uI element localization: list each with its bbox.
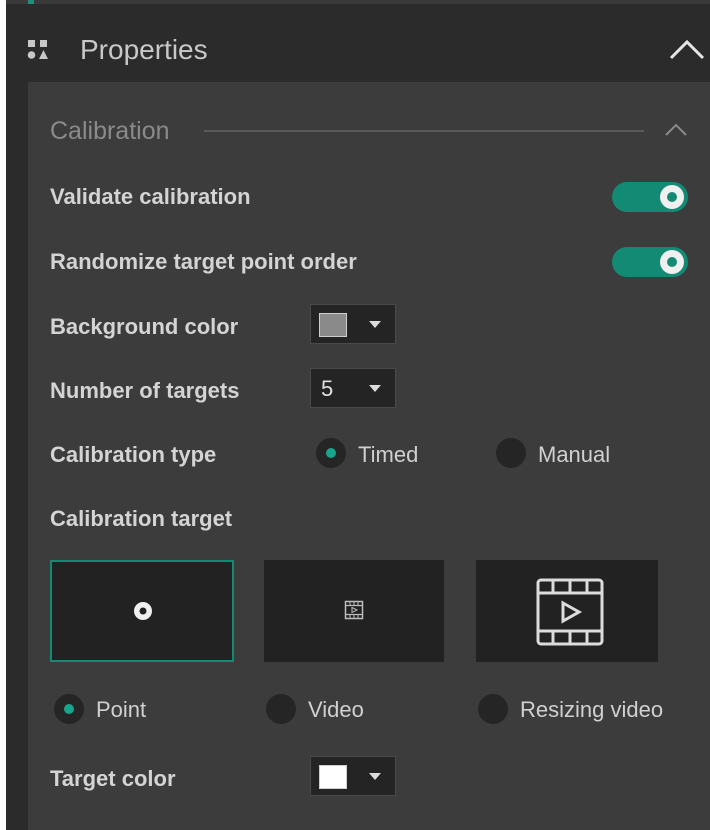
properties-panel: Properties Calibration Validate calibrat… <box>6 0 710 830</box>
radio-timed-label: Timed <box>358 442 419 467</box>
properties-icon <box>27 40 48 59</box>
accent-mark <box>28 0 34 4</box>
panel-title: Properties <box>80 34 208 65</box>
toggle-knob <box>660 250 684 274</box>
background-color-label: Background color <box>50 314 239 339</box>
calibration-section: Calibration Validate calibration Randomi… <box>28 82 710 830</box>
background-color-dropdown[interactable] <box>310 304 396 344</box>
radio-timed[interactable] <box>316 438 346 468</box>
video-icon <box>344 600 364 620</box>
target-color-dropdown[interactable] <box>310 756 396 796</box>
top-border <box>6 0 710 4</box>
target-color-label: Target color <box>50 766 176 791</box>
panel-header[interactable]: Properties <box>6 20 710 80</box>
section-title: Calibration <box>50 117 170 145</box>
calibration-target-label: Calibration target <box>50 506 233 531</box>
target-tile-point[interactable] <box>50 560 234 662</box>
radio-point-label: Point <box>96 697 147 722</box>
randomize-order-label: Randomize target point order <box>50 249 357 274</box>
target-tile-resizing-video[interactable] <box>476 560 658 662</box>
chevron-down-icon <box>369 385 381 392</box>
toggle-knob <box>660 185 684 209</box>
radio-resizing-video[interactable] <box>478 694 508 724</box>
validate-calibration-toggle[interactable] <box>612 182 688 212</box>
validate-calibration-label: Validate calibration <box>50 184 251 209</box>
number-of-targets-dropdown[interactable]: 5 <box>310 368 396 408</box>
target-tile-video[interactable] <box>264 560 444 662</box>
target-color-swatch <box>319 765 347 789</box>
chevron-down-icon <box>369 773 381 780</box>
radio-video-label: Video <box>308 697 364 722</box>
chevron-up-icon[interactable] <box>664 122 688 138</box>
randomize-order-toggle[interactable] <box>612 247 688 277</box>
chevron-down-icon <box>369 321 381 328</box>
radio-point[interactable] <box>54 694 84 724</box>
number-of-targets-label: Number of targets <box>50 378 240 403</box>
chevron-up-icon[interactable] <box>668 36 706 62</box>
point-target-icon <box>134 602 152 620</box>
radio-manual-label: Manual <box>538 442 611 467</box>
background-color-swatch <box>319 313 347 337</box>
calibration-type-label: Calibration type <box>50 442 217 467</box>
number-of-targets-value: 5 <box>321 376 334 401</box>
section-divider <box>204 130 644 132</box>
resizing-video-icon <box>536 578 604 646</box>
radio-video[interactable] <box>266 694 296 724</box>
radio-manual[interactable] <box>496 438 526 468</box>
radio-resizing-video-label: Resizing video <box>520 697 664 722</box>
